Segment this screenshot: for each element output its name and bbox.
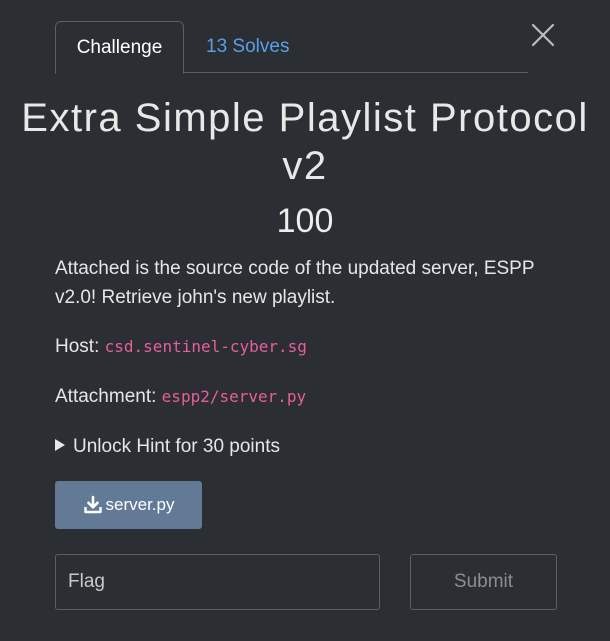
download-icon <box>83 495 102 514</box>
host-label: Host: <box>55 336 100 357</box>
challenge-title: Extra Simple Playlist Protocol v2 <box>21 96 589 188</box>
challenge-tabs: Challenge 13 Solves <box>55 21 528 74</box>
unlock-hint-toggle[interactable]: Unlock Hint for 30 points <box>55 433 280 461</box>
challenge-modal: Challenge 13 Solves Extra Simple Playlis… <box>0 0 610 641</box>
close-button[interactable] <box>530 22 556 48</box>
download-attachment-button[interactable]: server.py <box>55 481 202 529</box>
caret-right-icon <box>55 439 65 451</box>
attachment-value: espp2/server.py <box>161 387 307 406</box>
hint-label: Unlock Hint for 30 points <box>73 436 280 457</box>
attachment-label: Attachment: <box>55 386 157 407</box>
tab-challenge[interactable]: Challenge <box>55 21 184 74</box>
challenge-description: Attached is the source code of the updat… <box>55 258 535 308</box>
tab-solves[interactable]: 13 Solves <box>186 21 309 73</box>
challenge-points: 100 <box>276 202 334 240</box>
close-icon <box>531 23 555 47</box>
flag-input[interactable] <box>55 554 380 610</box>
download-label: server.py <box>105 495 175 514</box>
submit-button[interactable]: Submit <box>410 554 557 610</box>
host-line: Host: csd.sentinel-cyber.sg <box>55 333 307 361</box>
attachment-line: Attachment: espp2/server.py <box>55 383 306 411</box>
host-value: csd.sentinel-cyber.sg <box>104 337 307 356</box>
